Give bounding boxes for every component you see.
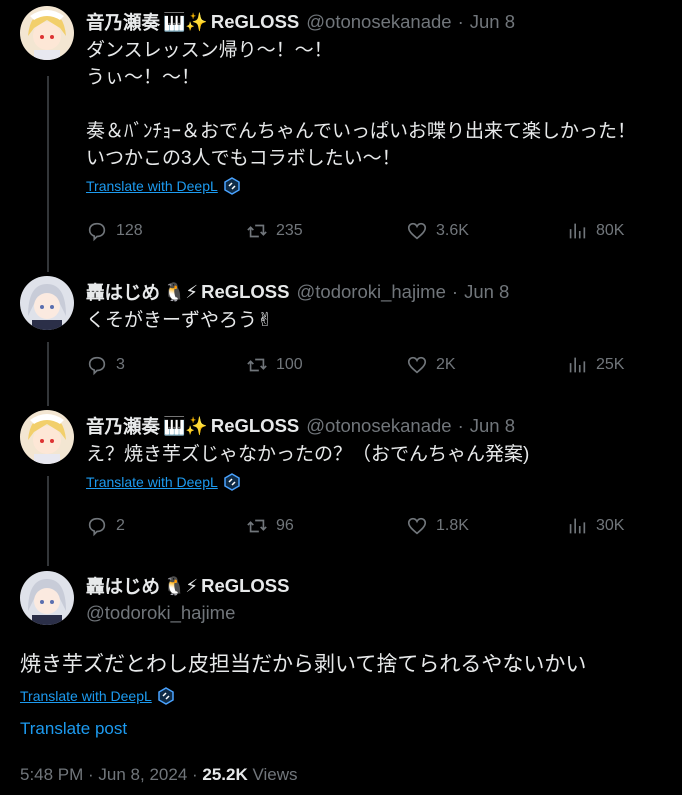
avatar[interactable] bbox=[20, 6, 74, 60]
repost-icon bbox=[247, 519, 267, 533]
views-count: 25.2K bbox=[202, 765, 248, 784]
tweet-timestamp[interactable]: 5:48 PM · Jun 8, 2024 · bbox=[20, 765, 202, 784]
deepl-icon bbox=[224, 177, 240, 195]
deepl-icon bbox=[158, 687, 174, 705]
reply-button[interactable]: 128 bbox=[86, 220, 166, 242]
like-count: 3.6K bbox=[436, 222, 469, 239]
name-emoji: 🐧⚡ bbox=[163, 575, 199, 597]
tweet-text: え？焼き芋ズじゃなかったの？（おでんちゃん発案) bbox=[86, 444, 530, 465]
translate-deepl-link[interactable]: Translate with DeepL bbox=[86, 177, 240, 195]
main-tweet-author[interactable]: 轟はじめ 🐧⚡ ReGLOSS bbox=[86, 573, 290, 599]
avatar[interactable] bbox=[20, 410, 74, 464]
group-name[interactable]: ReGLOSS bbox=[211, 415, 299, 437]
group-name[interactable]: ReGLOSS bbox=[211, 11, 299, 33]
reply-button[interactable]: 2 bbox=[86, 515, 166, 537]
avatar[interactable] bbox=[20, 571, 74, 625]
translate-label: Translate with DeepL bbox=[86, 474, 218, 490]
user-handle[interactable]: @todoroki_hajime bbox=[86, 602, 235, 624]
user-handle[interactable]: @otonosekanade bbox=[306, 415, 451, 437]
reply-count: 3 bbox=[116, 356, 125, 373]
translate-deepl-link[interactable]: Translate with DeepL bbox=[86, 473, 240, 491]
tweet-actions: 128 235 3.6K 80K bbox=[86, 220, 646, 242]
tweet-actions: 3 100 2K 25K bbox=[86, 354, 646, 376]
repost-count: 235 bbox=[276, 222, 303, 239]
heart-icon bbox=[407, 356, 427, 374]
repost-count: 100 bbox=[276, 356, 303, 373]
avatar[interactable] bbox=[20, 276, 74, 330]
user-handle[interactable]: @otonosekanade bbox=[306, 11, 451, 33]
translate-deepl-link[interactable]: Translate with DeepL bbox=[20, 687, 174, 705]
tweet-date[interactable]: Jun 8 bbox=[470, 11, 515, 33]
views-label: Views bbox=[247, 765, 298, 784]
like-button[interactable]: 3.6K bbox=[406, 220, 486, 242]
display-name[interactable]: 音乃瀬奏 bbox=[86, 9, 160, 35]
display-name[interactable]: 音乃瀬奏 bbox=[86, 413, 160, 439]
tweet-meta: 5:48 PM · Jun 8, 2024 · 25.2K Views bbox=[20, 765, 298, 785]
group-name[interactable]: ReGLOSS bbox=[201, 281, 289, 303]
tweet-date[interactable]: Jun 8 bbox=[464, 281, 509, 303]
thread-line bbox=[47, 476, 49, 566]
analytics-icon bbox=[569, 223, 586, 239]
reply-count: 128 bbox=[116, 222, 143, 239]
tweet-header: 音乃瀬奏 🎹✨ ReGLOSS @otonosekanade · Jun 8 bbox=[86, 9, 515, 35]
main-tweet-text: 焼き芋ズだとわし皮担当だから剥いて捨てられるやないかい bbox=[20, 653, 587, 676]
tweet-header: 音乃瀬奏 🎹✨ ReGLOSS @otonosekanade · Jun 8 bbox=[86, 413, 515, 439]
heart-icon bbox=[407, 222, 427, 240]
tweet-text: くそがきーずやろう✌ bbox=[86, 310, 273, 331]
views-button[interactable]: 30K bbox=[566, 515, 646, 537]
like-count: 2K bbox=[436, 356, 456, 373]
display-name: 轟はじめ bbox=[86, 576, 161, 597]
analytics-icon bbox=[569, 357, 586, 373]
views-count: 80K bbox=[596, 222, 625, 239]
repost-button[interactable]: 96 bbox=[246, 515, 326, 537]
translate-post-link[interactable]: Translate post bbox=[20, 719, 127, 739]
separator: · bbox=[457, 415, 464, 436]
translate-label: Translate with DeepL bbox=[20, 688, 152, 704]
display-name[interactable]: 轟はじめ bbox=[86, 279, 160, 305]
tweet-actions: 2 96 1.8K 30K bbox=[86, 515, 646, 537]
tweet-header: 轟はじめ 🐧⚡ ReGLOSS @todoroki_hajime · Jun 8 bbox=[86, 279, 509, 305]
views-count: 25K bbox=[596, 356, 625, 373]
analytics-icon bbox=[569, 518, 586, 534]
translate-label: Translate with DeepL bbox=[86, 178, 218, 194]
tweet-text: ダンスレッスン帰り～！～！ うぃ～！～！ 奏＆ﾊﾞﾝﾁｮｰ＆おでんちゃんでいっぱ… bbox=[86, 40, 637, 169]
group-name: ReGLOSS bbox=[201, 575, 290, 596]
repost-count: 96 bbox=[276, 517, 294, 534]
thread-line bbox=[47, 76, 49, 272]
reply-count: 2 bbox=[116, 517, 125, 534]
repost-button[interactable]: 235 bbox=[246, 220, 326, 242]
name-emoji: 🎹✨ bbox=[163, 415, 208, 437]
heart-icon bbox=[407, 517, 427, 535]
repost-icon bbox=[247, 224, 267, 238]
reply-button[interactable]: 3 bbox=[86, 354, 166, 376]
separator: · bbox=[457, 11, 464, 32]
reply-icon bbox=[88, 222, 106, 242]
tweet-date[interactable]: Jun 8 bbox=[470, 415, 515, 437]
like-count: 1.8K bbox=[436, 517, 469, 534]
like-button[interactable]: 1.8K bbox=[406, 515, 486, 537]
name-emoji: 🎹✨ bbox=[163, 11, 208, 33]
views-button[interactable]: 80K bbox=[566, 220, 646, 242]
deepl-icon bbox=[224, 473, 240, 491]
name-emoji: 🐧⚡ bbox=[163, 281, 199, 303]
thread-line bbox=[47, 342, 49, 406]
separator: · bbox=[451, 281, 459, 302]
repost-icon bbox=[247, 358, 267, 372]
views-count: 30K bbox=[596, 517, 625, 534]
like-button[interactable]: 2K bbox=[406, 354, 486, 376]
reply-icon bbox=[88, 517, 106, 537]
user-handle[interactable]: @todoroki_hajime bbox=[297, 281, 446, 303]
reply-icon bbox=[88, 356, 106, 376]
views-button[interactable]: 25K bbox=[566, 354, 646, 376]
repost-button[interactable]: 100 bbox=[246, 354, 326, 376]
